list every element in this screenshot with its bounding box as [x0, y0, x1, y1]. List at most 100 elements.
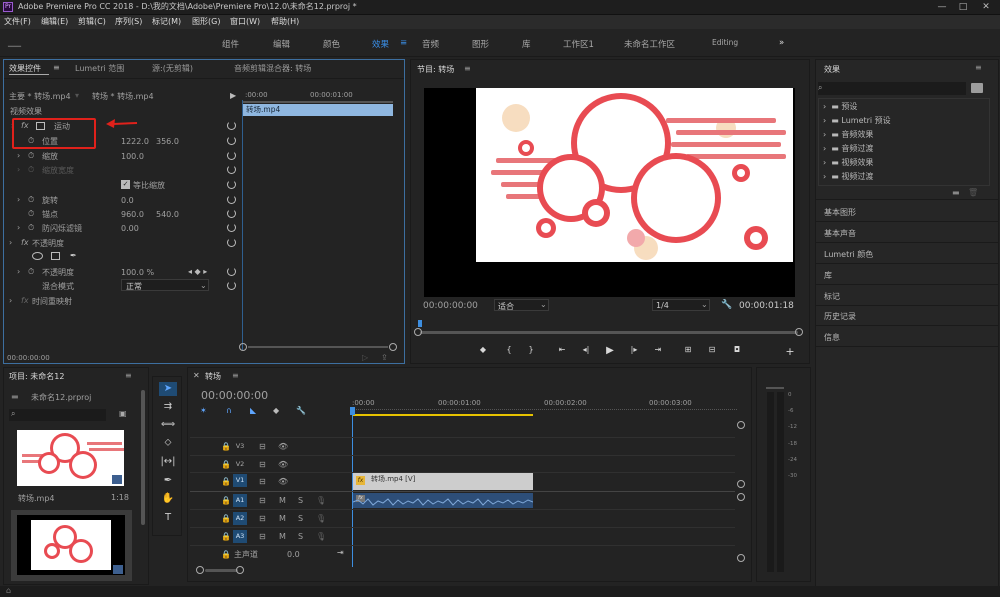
antiflicker-value[interactable]: 0.00: [121, 224, 139, 233]
eye-icon[interactable]: 👁: [278, 477, 288, 486]
reset-icon[interactable]: [227, 238, 236, 247]
more-workspaces-icon[interactable]: »: [779, 38, 784, 48]
lock-icon[interactable]: 🔒: [221, 496, 231, 505]
bin-icon[interactable]: ▣: [119, 409, 127, 418]
home-icon[interactable]: ▁▁: [8, 38, 21, 48]
go-to-in-icon[interactable]: ⇤: [556, 345, 568, 354]
mark-in-icon[interactable]: {: [503, 345, 515, 354]
microphone-icon[interactable]: 🎙: [316, 532, 326, 541]
step-back-icon[interactable]: ◂|: [580, 345, 592, 354]
play-icon[interactable]: ▶: [604, 345, 616, 356]
effects-item-audio-transitions[interactable]: › ▬ 音频过渡: [823, 143, 873, 154]
reset-icon[interactable]: [227, 121, 236, 130]
go-to-out-icon[interactable]: ⇥: [652, 345, 664, 354]
mute-button[interactable]: M: [279, 514, 286, 523]
close-sequence-icon[interactable]: ✕: [193, 371, 200, 380]
section-history[interactable]: 历史记录: [824, 311, 856, 322]
snap-icon[interactable]: ✶: [200, 406, 207, 415]
reset-icon[interactable]: [227, 136, 236, 145]
track-v2-target[interactable]: V2: [233, 458, 247, 471]
effects-item-presets[interactable]: › ▬ 预设: [823, 101, 857, 112]
filter-icon[interactable]: ▷: [362, 353, 368, 362]
section-markers[interactable]: 标记: [824, 291, 840, 302]
blend-mode-dropdown[interactable]: 正常 ⌄: [121, 279, 209, 291]
tab-effect-controls[interactable]: 效果控件: [9, 63, 41, 74]
project-title[interactable]: 项目: 未命名12: [9, 371, 64, 382]
reset-icon[interactable]: [227, 209, 236, 218]
workspace-effects[interactable]: 效果: [372, 38, 389, 50]
eye-icon[interactable]: 👁: [278, 442, 288, 451]
new-bin-icon[interactable]: [971, 83, 983, 93]
timeline-timecode[interactable]: 00:00:00:00: [201, 389, 268, 402]
settings-wrench-icon[interactable]: 🔧: [296, 406, 306, 415]
workspace-color[interactable]: 颜色: [323, 38, 340, 50]
scroll-handle[interactable]: [196, 566, 204, 574]
uniform-scale-checkbox[interactable]: ✓: [121, 180, 130, 189]
workspace-graphics[interactable]: 图形: [472, 38, 489, 50]
timeline-title[interactable]: 转场: [205, 371, 221, 382]
workspace-editing-en[interactable]: Editing: [712, 38, 738, 47]
lock-icon[interactable]: 🔒: [221, 442, 231, 451]
hand-tool-icon[interactable]: ✋: [159, 492, 177, 506]
ellipse-mask-icon[interactable]: [32, 252, 43, 260]
stopwatch-icon[interactable]: ⏱: [28, 195, 34, 205]
step-forward-icon[interactable]: |▸: [628, 345, 640, 354]
workspace-assembly[interactable]: 组件: [222, 38, 239, 50]
lock-icon[interactable]: 🔒: [221, 550, 231, 559]
menu-graphics[interactable]: 图形(G): [192, 16, 220, 27]
reset-icon[interactable]: [227, 151, 236, 160]
audio-clip[interactable]: fx: [353, 493, 533, 508]
mark-out-icon[interactable]: }: [525, 345, 537, 354]
mute-button[interactable]: M: [279, 496, 286, 505]
timeline-zoom-bar[interactable]: [205, 569, 238, 572]
fx-badge-icon[interactable]: fx: [21, 238, 29, 247]
menu-clip[interactable]: 剪辑(C): [78, 16, 106, 27]
opacity-value[interactable]: 100.0 %: [121, 268, 154, 277]
ripple-edit-tool-icon[interactable]: ⟺: [159, 418, 177, 432]
ec-timecode[interactable]: 00:00:00:00: [7, 354, 50, 362]
minimize-icon[interactable]: —: [934, 0, 950, 14]
lock-icon[interactable]: 🔒: [221, 514, 231, 523]
panel-menu-icon[interactable]: ≡: [464, 64, 471, 73]
section-essential-sound[interactable]: 基本声音: [824, 228, 856, 239]
position-y-value[interactable]: 356.0: [156, 137, 179, 146]
fx-badge-icon[interactable]: fx: [21, 296, 29, 305]
stopwatch-icon[interactable]: ⏱: [28, 209, 34, 219]
linked-selection-icon[interactable]: ◣: [250, 406, 256, 415]
trash-icon[interactable]: 🗑: [968, 188, 978, 197]
workspace-menu-icon[interactable]: ≡: [400, 38, 407, 48]
playhead-marker[interactable]: [418, 320, 422, 327]
lock-icon[interactable]: 🔒: [221, 460, 231, 469]
keyframe-nav-icon[interactable]: ◂ ◆ ▸: [188, 267, 207, 276]
mute-button[interactable]: M: [279, 532, 286, 541]
pen-mask-icon[interactable]: ✒: [70, 251, 77, 260]
type-tool-icon[interactable]: T: [159, 511, 177, 525]
selection-tool-icon[interactable]: ➤: [159, 382, 177, 396]
panel-menu-icon[interactable]: ≡: [53, 63, 60, 72]
sync-lock-icon[interactable]: ⊟: [259, 496, 266, 505]
scroll-handle[interactable]: [737, 493, 745, 501]
project-search-input[interactable]: [9, 409, 106, 421]
menu-help[interactable]: 帮助(H): [271, 16, 299, 27]
workspace-editing[interactable]: 编辑: [273, 38, 290, 50]
go-to-end-icon[interactable]: ⇥: [337, 548, 344, 557]
section-libraries[interactable]: 库: [824, 270, 832, 281]
menu-window[interactable]: 窗口(W): [230, 16, 260, 27]
workspace-untitled[interactable]: 未命名工作区: [624, 38, 675, 50]
rotation-value[interactable]: 0.0: [121, 196, 134, 205]
position-x-value[interactable]: 1222.0: [121, 137, 149, 146]
program-title[interactable]: 节目: 转场: [417, 64, 454, 75]
menu-marker[interactable]: 标记(M): [152, 16, 181, 27]
solo-button[interactable]: S: [298, 514, 303, 523]
scroll-handle[interactable]: [239, 343, 247, 351]
project-scrollbar[interactable]: [141, 390, 145, 525]
clip-selector[interactable]: 转场 * 转场.mp4: [92, 91, 154, 102]
panel-menu-icon[interactable]: ≡: [232, 371, 239, 380]
reset-icon[interactable]: [227, 267, 236, 276]
sync-lock-icon[interactable]: ⊟: [259, 460, 266, 469]
sync-lock-icon[interactable]: ⊟: [259, 477, 266, 486]
track-a3-target[interactable]: A3: [233, 530, 247, 543]
track-v3-target[interactable]: V3: [233, 440, 247, 453]
workspace-libraries[interactable]: 库: [522, 38, 531, 50]
stopwatch-icon[interactable]: ⏱: [28, 151, 34, 161]
